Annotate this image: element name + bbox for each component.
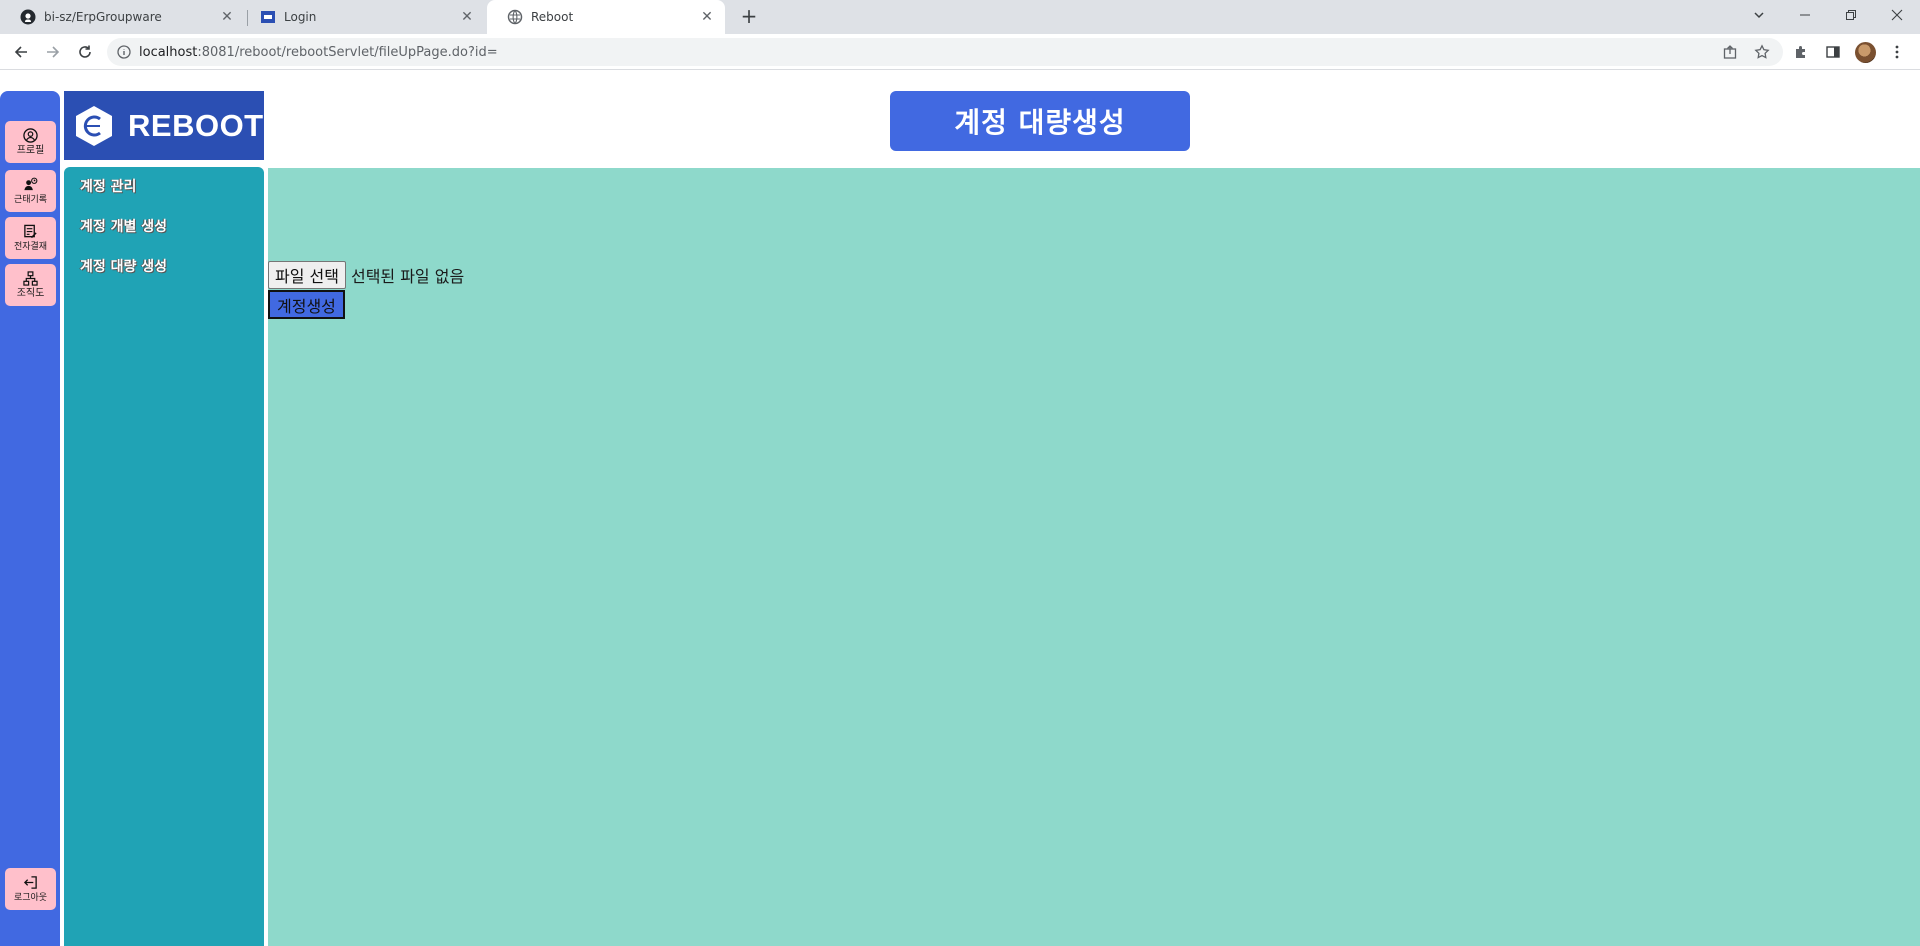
tab-title: bi-sz/ErpGroupware (44, 10, 162, 24)
main-content: 파일 선택 선택된 파일 없음 계정생성 (268, 168, 1920, 946)
tab-reboot[interactable]: Reboot ✕ (487, 0, 725, 34)
tab-title: Reboot (531, 10, 574, 24)
rail-attendance-button[interactable]: 근태기록 (5, 170, 56, 212)
rail-approval-button[interactable]: 전자결재 (5, 217, 56, 259)
rail-label: 근태기록 (13, 194, 48, 205)
approval-icon (23, 224, 38, 240)
org-chart-icon (23, 271, 38, 287)
rail-profile-button[interactable]: 프로필 (5, 121, 56, 163)
close-icon[interactable]: ✕ (459, 9, 475, 25)
browser-tab-bar: bi-sz/ErpGroupware ✕ Login ✕ Reboot ✕ + (0, 0, 1920, 34)
close-icon[interactable]: ✕ (699, 9, 715, 25)
site-info-icon[interactable] (117, 45, 131, 59)
restore-icon[interactable] (1828, 0, 1874, 30)
profile-avatar[interactable] (1855, 42, 1876, 63)
url-path: :8081/reboot/rebootServlet/fileUpPage.do… (197, 44, 498, 60)
side-panel-icon[interactable] (1821, 40, 1845, 64)
reload-icon[interactable] (73, 40, 97, 64)
site-favicon-icon (260, 9, 276, 25)
share-icon[interactable] (1718, 40, 1742, 64)
minimize-icon[interactable] (1782, 0, 1828, 30)
page-title: 계정 대량생성 (954, 106, 1126, 139)
close-icon[interactable]: ✕ (219, 9, 235, 25)
close-window-icon[interactable] (1874, 0, 1920, 30)
rail-label: 조직도 (16, 287, 45, 299)
file-upload-row: 파일 선택 선택된 파일 없음 (268, 261, 464, 289)
profile-icon (23, 128, 38, 144)
tab-login[interactable]: Login ✕ (240, 0, 485, 34)
tab-title: Login (284, 10, 317, 24)
extensions-icon[interactable] (1789, 40, 1813, 64)
url-host: localhost (139, 44, 198, 60)
sidenav-item-account-management[interactable]: 계정 관리 (64, 177, 264, 217)
page-header: 계정 대량생성 (890, 91, 1190, 151)
side-nav: 계정 관리 계정 개별 생성 계정 대량 생성 (64, 167, 264, 946)
menu-dots-icon[interactable] (1885, 40, 1909, 64)
back-icon[interactable] (9, 40, 33, 64)
rail-logout-button[interactable]: 로그아웃 (5, 868, 56, 910)
sidenav-item-individual-create[interactable]: 계정 개별 생성 (64, 217, 264, 257)
rail-label: 전자결재 (13, 241, 48, 252)
new-tab-button[interactable]: + (737, 5, 761, 29)
logo-mark-icon (72, 104, 116, 148)
left-rail: 프로필 근태기록 전자결재 조직도 로그아웃 (0, 91, 60, 946)
rail-label: 로그아웃 (13, 892, 48, 903)
create-accounts-button[interactable]: 계정생성 (268, 290, 345, 319)
tab-github[interactable]: bi-sz/ErpGroupware ✕ (0, 0, 245, 34)
globe-icon (507, 9, 523, 25)
brand-logo[interactable]: REBOOT (64, 91, 264, 160)
tab-search-icon[interactable] (1736, 0, 1782, 30)
file-status-text: 선택된 파일 없음 (350, 267, 465, 286)
forward-icon[interactable] (41, 40, 65, 64)
address-bar[interactable]: localhost:8081/reboot/rebootServlet/file… (107, 38, 1783, 66)
browser-toolbar: localhost:8081/reboot/rebootServlet/file… (0, 34, 1920, 70)
attendance-icon (23, 177, 38, 193)
bookmark-star-icon[interactable] (1750, 40, 1774, 64)
choose-file-button[interactable]: 파일 선택 (268, 261, 346, 289)
rail-label: 프로필 (16, 144, 45, 156)
github-icon (20, 9, 36, 25)
logout-icon (23, 875, 38, 891)
sidenav-item-bulk-create[interactable]: 계정 대량 생성 (64, 257, 264, 297)
brand-name: REBOOT (128, 107, 264, 143)
rail-org-chart-button[interactable]: 조직도 (5, 264, 56, 306)
